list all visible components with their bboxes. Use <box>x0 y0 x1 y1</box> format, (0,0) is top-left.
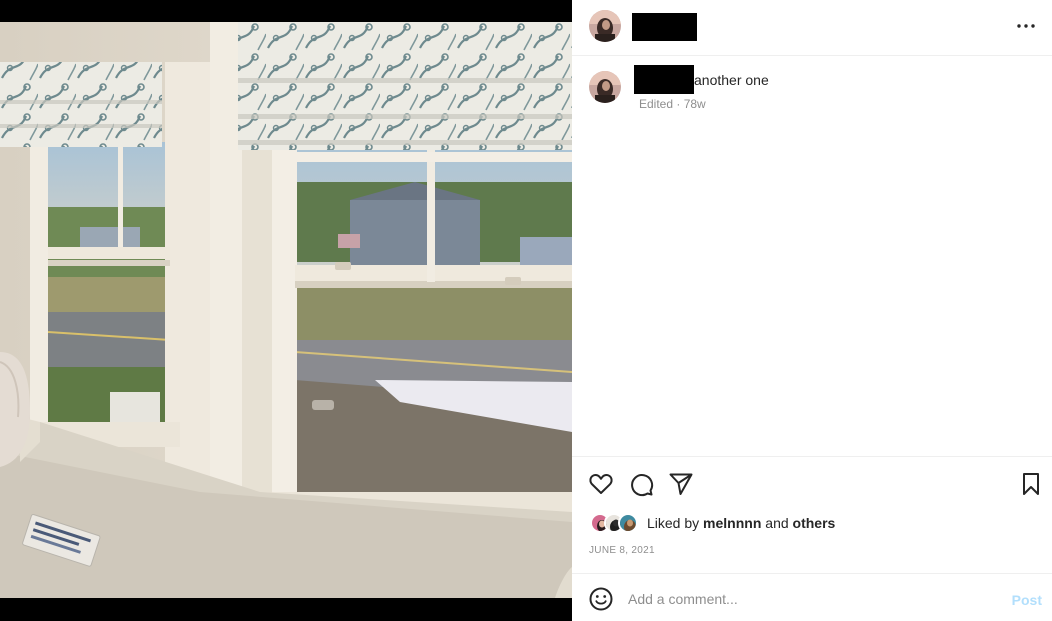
caption-meta: Edited · 78w <box>639 97 706 111</box>
bookmark-icon[interactable] <box>1018 471 1044 497</box>
liked-by-others-link[interactable]: others <box>793 515 836 531</box>
post-comment-button[interactable]: Post <box>1012 592 1042 608</box>
post-photo <box>0 22 572 598</box>
smiley-icon[interactable] <box>588 586 614 612</box>
comment-input[interactable] <box>628 584 988 614</box>
liker-avatar <box>618 513 638 533</box>
liked-by-text: Liked by melnnnn and others <box>647 515 835 531</box>
caption-author-avatar[interactable] <box>589 71 621 103</box>
liked-by-user-link[interactable]: melnnnn <box>703 515 761 531</box>
liker-avatars <box>590 513 646 533</box>
post-side-panel: another one Edited · 78w Liked by melnnn… <box>572 0 1052 621</box>
caption-username-redacted[interactable] <box>634 65 694 94</box>
post-actions: Liked by melnnnn and others JUNE 8, 2021 <box>572 456 1052 573</box>
author-avatar[interactable] <box>589 10 621 42</box>
heart-icon[interactable] <box>588 471 614 497</box>
post-photo-pane[interactable] <box>0 0 572 621</box>
post-header <box>572 0 1052 56</box>
post-date[interactable]: JUNE 8, 2021 <box>589 545 655 556</box>
liked-by-joiner: and <box>765 515 789 531</box>
caption-text: another one <box>694 72 769 88</box>
paper-plane-icon[interactable] <box>668 471 694 497</box>
add-comment-bar: Post <box>572 573 1052 621</box>
comment-bubble-icon[interactable] <box>628 471 654 497</box>
caption-section: another one Edited · 78w <box>572 56 1052 456</box>
likes-summary[interactable]: Liked by melnnnn and others <box>590 513 835 533</box>
more-options-icon[interactable] <box>1014 14 1038 38</box>
author-username-redacted[interactable] <box>632 13 697 41</box>
liked-by-prefix: Liked by <box>647 515 700 531</box>
